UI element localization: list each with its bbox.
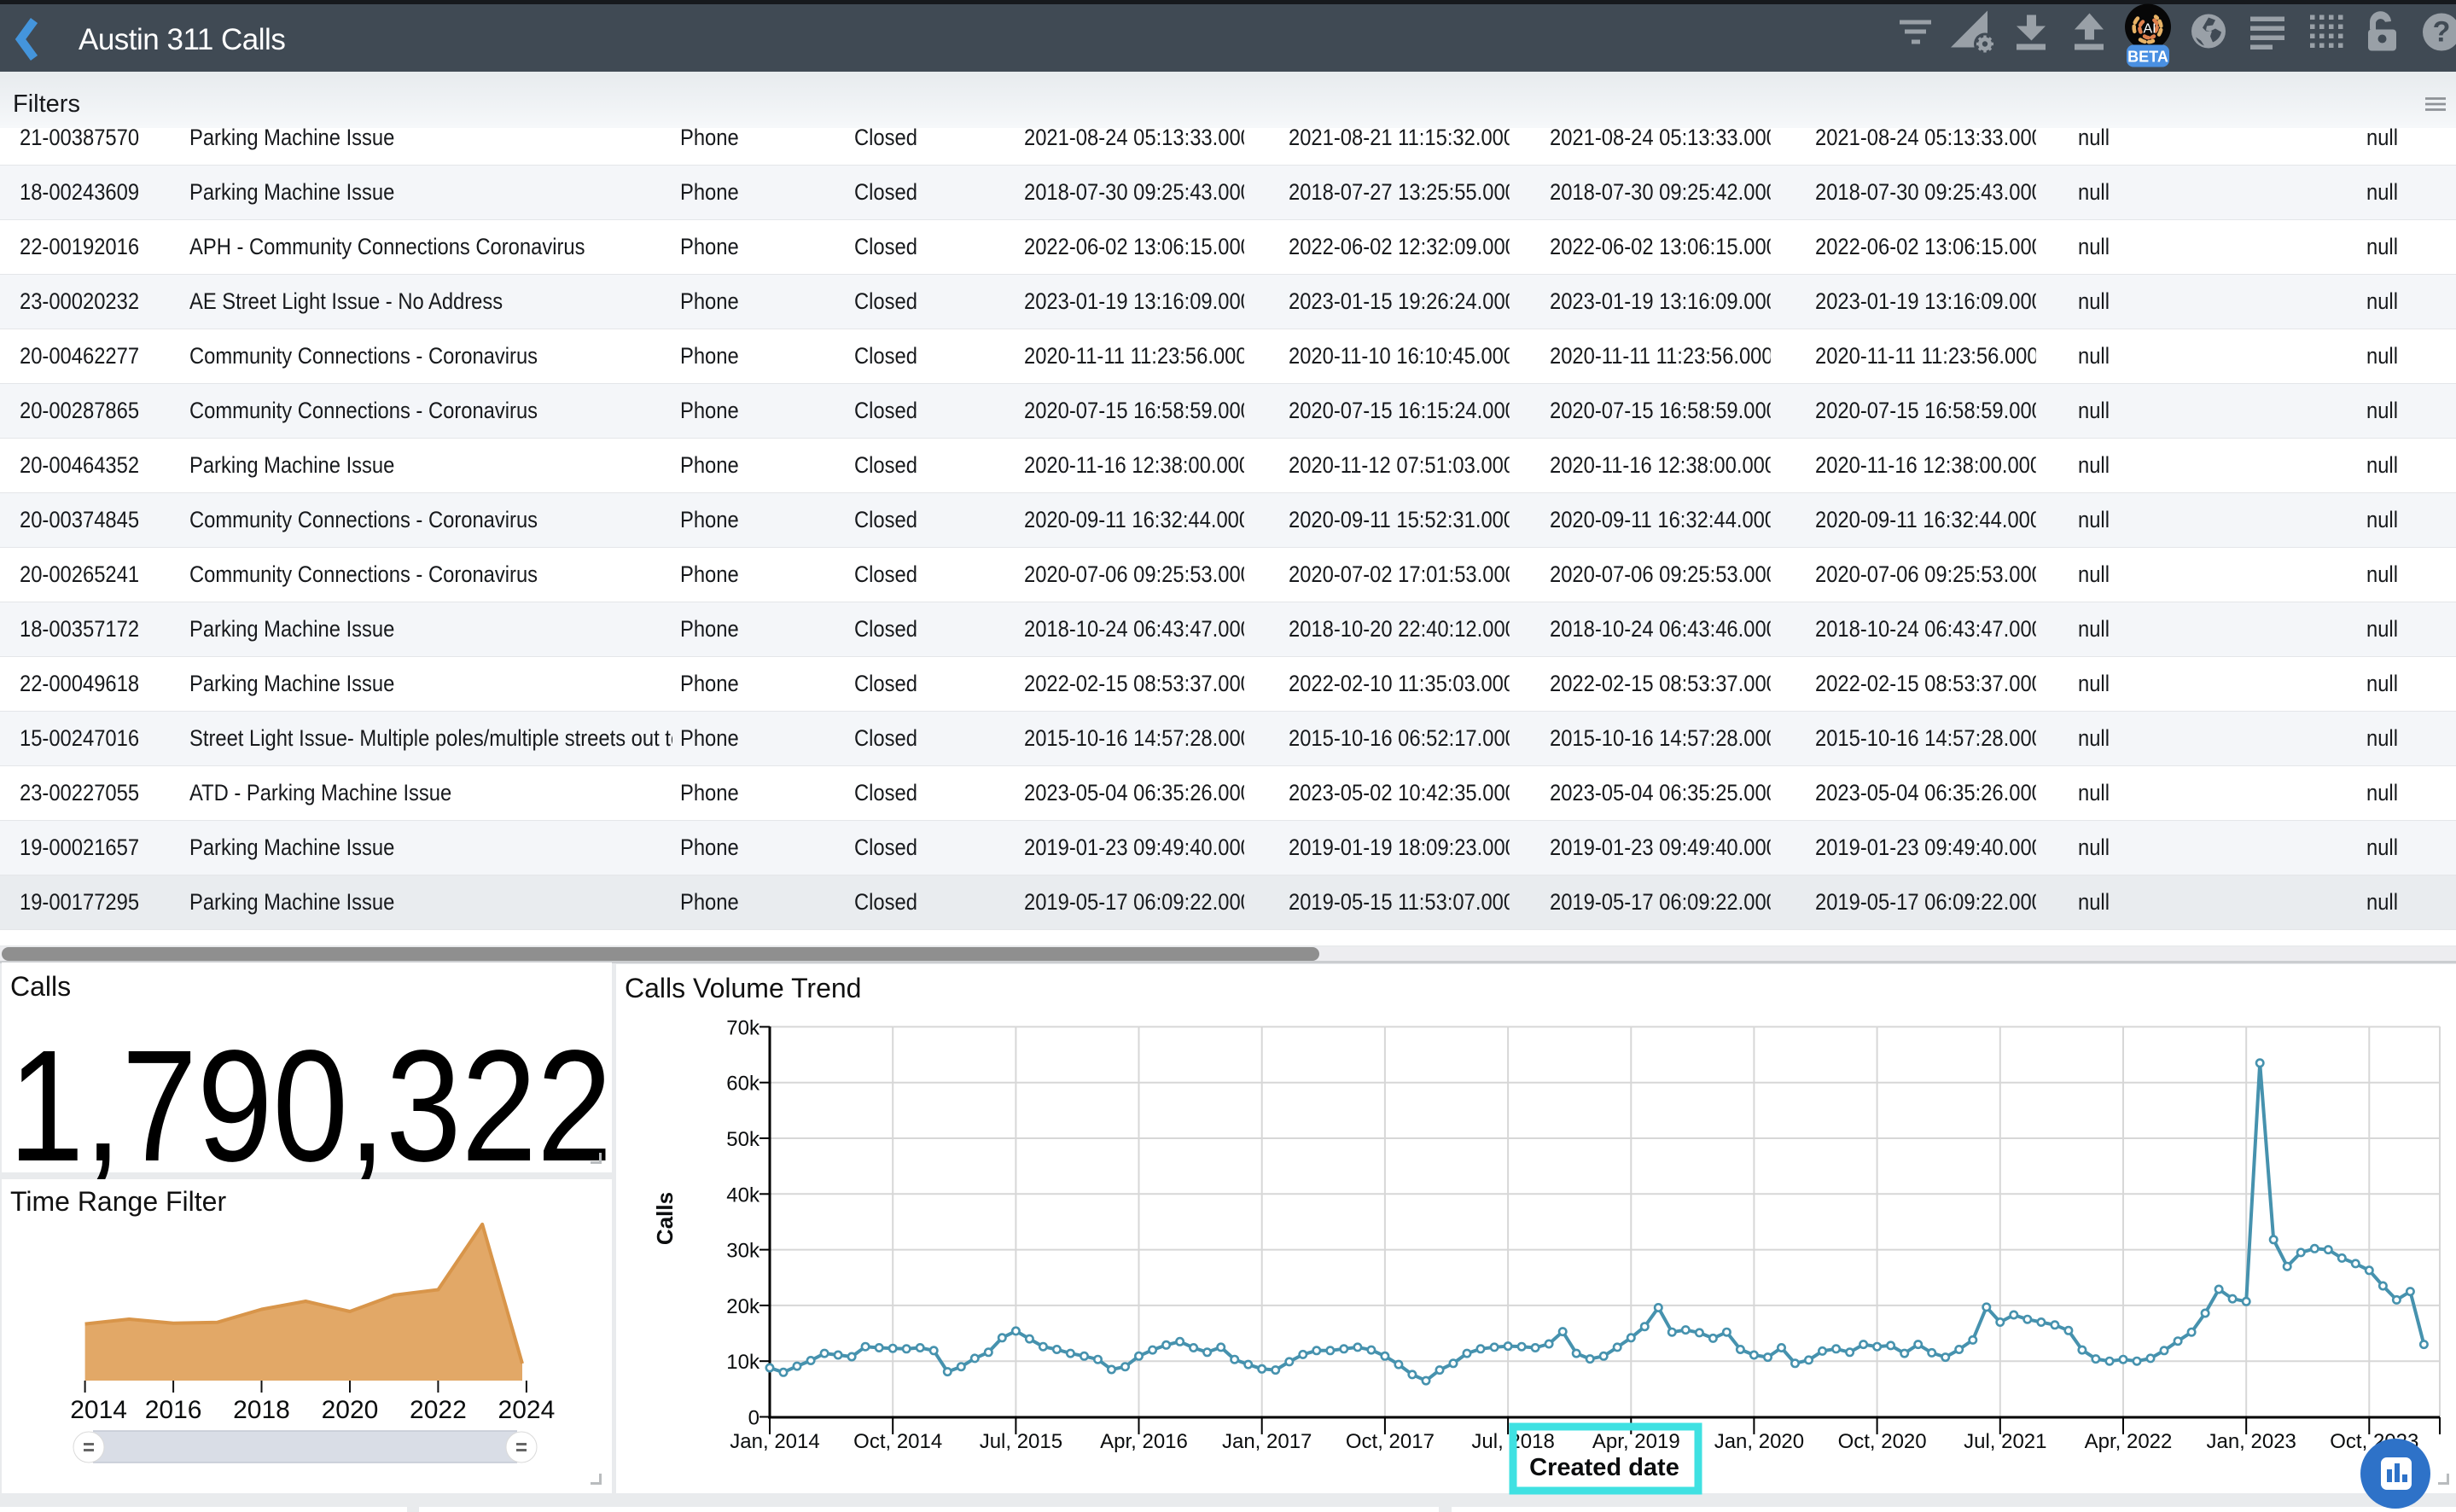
svg-text:AI: AI: [2143, 22, 2156, 37]
svg-text:?: ?: [2433, 16, 2451, 49]
svg-text:BETA: BETA: [2127, 49, 2168, 66]
